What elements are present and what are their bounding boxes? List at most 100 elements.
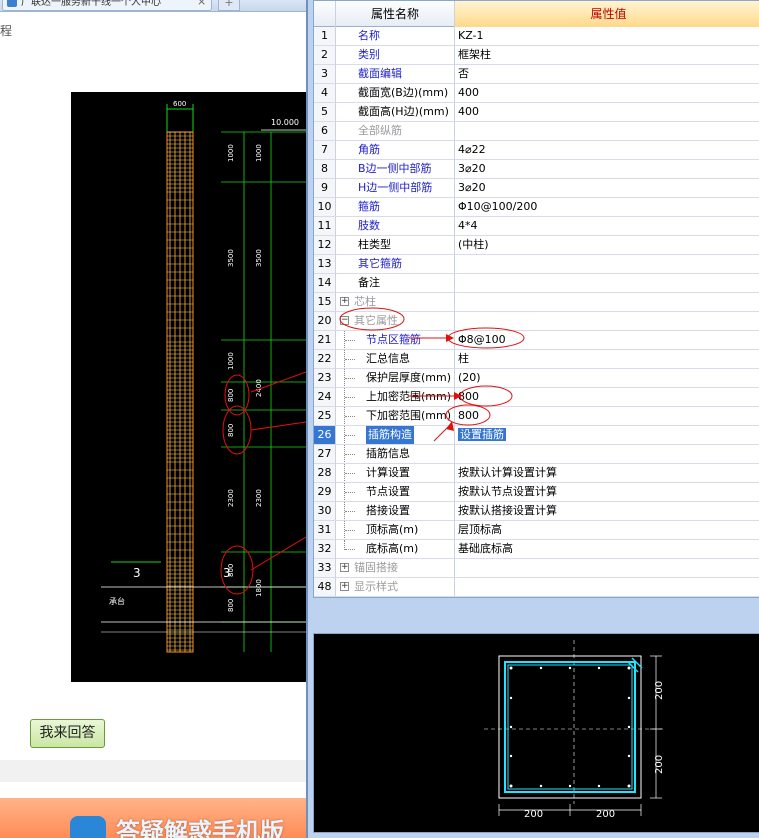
- property-value-cell[interactable]: 400: [455, 84, 759, 103]
- property-value-cell[interactable]: 否: [455, 65, 759, 84]
- property-row[interactable]: 24 上加密范围(mm) 800: [314, 388, 759, 407]
- expand-icon[interactable]: +: [340, 563, 349, 572]
- property-name-cell: 肢数: [336, 217, 455, 236]
- answer-button[interactable]: 我来回答: [30, 719, 105, 748]
- property-row[interactable]: 3 截面编辑 否: [314, 65, 759, 84]
- property-name-cell: 备注: [336, 274, 455, 293]
- browser-tab[interactable]: 广联达一服务新干线一个人中心 ×: [2, 0, 212, 11]
- property-value-cell[interactable]: [455, 122, 759, 141]
- dim-bottom-left: 200: [524, 809, 543, 820]
- tree-line: [344, 407, 356, 425]
- collapse-icon[interactable]: −: [340, 316, 349, 325]
- mobile-promo-banner[interactable]: 答疑解惑手机版: [0, 798, 306, 838]
- property-row[interactable]: 2 类别 框架柱: [314, 46, 759, 65]
- property-row[interactable]: 9 H边一侧中部筋 3⌀20: [314, 179, 759, 198]
- expand-icon[interactable]: +: [340, 582, 349, 591]
- property-row[interactable]: 12 柱类型 (中柱): [314, 236, 759, 255]
- property-value: 4⌀22: [458, 143, 486, 156]
- property-row[interactable]: 1 名称 KZ-1: [314, 27, 759, 46]
- property-row[interactable]: 13 其它箍筋: [314, 255, 759, 274]
- seg-left-3: 1000: [227, 352, 235, 370]
- property-name: 截面编辑: [358, 67, 402, 80]
- expand-icon[interactable]: +: [340, 297, 349, 306]
- property-row[interactable]: 20− 其它属性: [314, 312, 759, 331]
- property-row[interactable]: 22 汇总信息 柱: [314, 350, 759, 369]
- property-row[interactable]: 10 箍筋 Φ10@100/200: [314, 198, 759, 217]
- property-value-cell[interactable]: [455, 445, 759, 464]
- property-value-cell[interactable]: 按默认计算设置计算: [455, 464, 759, 483]
- property-value-cell[interactable]: 800: [455, 388, 759, 407]
- property-row[interactable]: 25 下加密范围(mm) 800: [314, 407, 759, 426]
- new-tab-button[interactable]: +: [218, 0, 240, 11]
- property-row[interactable]: 29 节点设置 按默认节点设置计算: [314, 483, 759, 502]
- property-value-cell[interactable]: 800: [455, 407, 759, 426]
- property-row[interactable]: 32 底标高(m) 基础底标高: [314, 540, 759, 559]
- property-value-cell[interactable]: [455, 274, 759, 293]
- tree-line: [344, 350, 356, 368]
- seg-right-1: 1000: [255, 144, 263, 162]
- property-row[interactable]: 11 肢数 4*4: [314, 217, 759, 236]
- property-value-cell[interactable]: 3⌀20: [455, 179, 759, 198]
- property-row[interactable]: 15 + 芯柱: [314, 293, 759, 312]
- side-text: 程: [0, 24, 13, 38]
- property-row[interactable]: 23 保护层厚度(mm) (20): [314, 369, 759, 388]
- property-row[interactable]: 7 角筋 4⌀22: [314, 141, 759, 160]
- property-value-cell[interactable]: (20): [455, 369, 759, 388]
- row-number: 11: [314, 217, 336, 236]
- section-label-right: 3: [223, 566, 231, 580]
- row-number: 9: [314, 179, 336, 198]
- property-row[interactable]: 8 B边一侧中部筋 3⌀20: [314, 160, 759, 179]
- seg-left-6: 2300: [227, 489, 235, 507]
- property-value: 按默认节点设置计算: [458, 485, 557, 498]
- property-row[interactable]: 4 截面宽(B边)(mm) 400: [314, 84, 759, 103]
- property-name: 底标高(m): [366, 542, 419, 555]
- property-row[interactable]: 14 备注: [314, 274, 759, 293]
- property-value-cell[interactable]: 3⌀20: [455, 160, 759, 179]
- property-row[interactable]: 33 + 锚固搭接: [314, 559, 759, 578]
- property-value-cell[interactable]: [455, 255, 759, 274]
- tree-line: [344, 483, 356, 501]
- property-value: (中柱): [458, 238, 489, 251]
- property-name: 节点区箍筋: [366, 333, 421, 346]
- property-value-cell[interactable]: Φ8@100: [455, 331, 759, 350]
- seg-left-1: 1000: [227, 144, 235, 162]
- tree-line: [344, 426, 356, 444]
- property-row[interactable]: 6 全部纵筋: [314, 122, 759, 141]
- property-name: H边一侧中部筋: [358, 181, 433, 194]
- property-value-cell[interactable]: Φ10@100/200: [455, 198, 759, 217]
- property-value-cell[interactable]: 4*4: [455, 217, 759, 236]
- property-value-cell[interactable]: 设置插筋: [455, 426, 759, 445]
- seg-left-2: 3500: [227, 249, 235, 267]
- property-value-cell[interactable]: [455, 293, 759, 312]
- property-value-cell[interactable]: 按默认搭接设置计算: [455, 502, 759, 521]
- close-tab-icon[interactable]: ×: [197, 0, 206, 8]
- property-value-cell[interactable]: 框架柱: [455, 46, 759, 65]
- property-value-cell[interactable]: 400: [455, 103, 759, 122]
- row-number: 24: [314, 388, 336, 407]
- property-value-cell[interactable]: 层顶标高: [455, 521, 759, 540]
- property-row[interactable]: 31 顶标高(m) 层顶标高: [314, 521, 759, 540]
- property-row[interactable]: 27 插筋信息: [314, 445, 759, 464]
- property-value-cell[interactable]: [455, 578, 759, 597]
- property-row[interactable]: 21 节点区箍筋 Φ8@100: [314, 331, 759, 350]
- property-row[interactable]: 30 搭接设置 按默认搭接设置计算: [314, 502, 759, 521]
- property-value: 800: [458, 390, 479, 403]
- property-value-cell[interactable]: 柱: [455, 350, 759, 369]
- property-value-cell[interactable]: 基础底标高: [455, 540, 759, 559]
- property-row[interactable]: 48 + 显示样式: [314, 578, 759, 597]
- property-value-cell[interactable]: [455, 559, 759, 578]
- property-row[interactable]: 28 计算设置 按默认计算设置计算: [314, 464, 759, 483]
- property-value: 层顶标高: [458, 523, 502, 536]
- property-name-cell: 插筋构造: [336, 426, 455, 445]
- property-name: 搭接设置: [366, 504, 410, 517]
- tree-line: [344, 521, 356, 539]
- property-row[interactable]: 26 插筋构造 设置插筋: [314, 426, 759, 445]
- property-value-cell[interactable]: 4⌀22: [455, 141, 759, 160]
- property-value-cell[interactable]: [455, 312, 759, 331]
- property-value-cell[interactable]: 按默认节点设置计算: [455, 483, 759, 502]
- property-value-cell[interactable]: (中柱): [455, 236, 759, 255]
- property-row[interactable]: 5 截面高(H边)(mm) 400: [314, 103, 759, 122]
- property-value: 基础底标高: [458, 542, 513, 555]
- property-value: 设置插筋: [458, 428, 506, 441]
- property-value-cell[interactable]: KZ-1: [455, 27, 759, 46]
